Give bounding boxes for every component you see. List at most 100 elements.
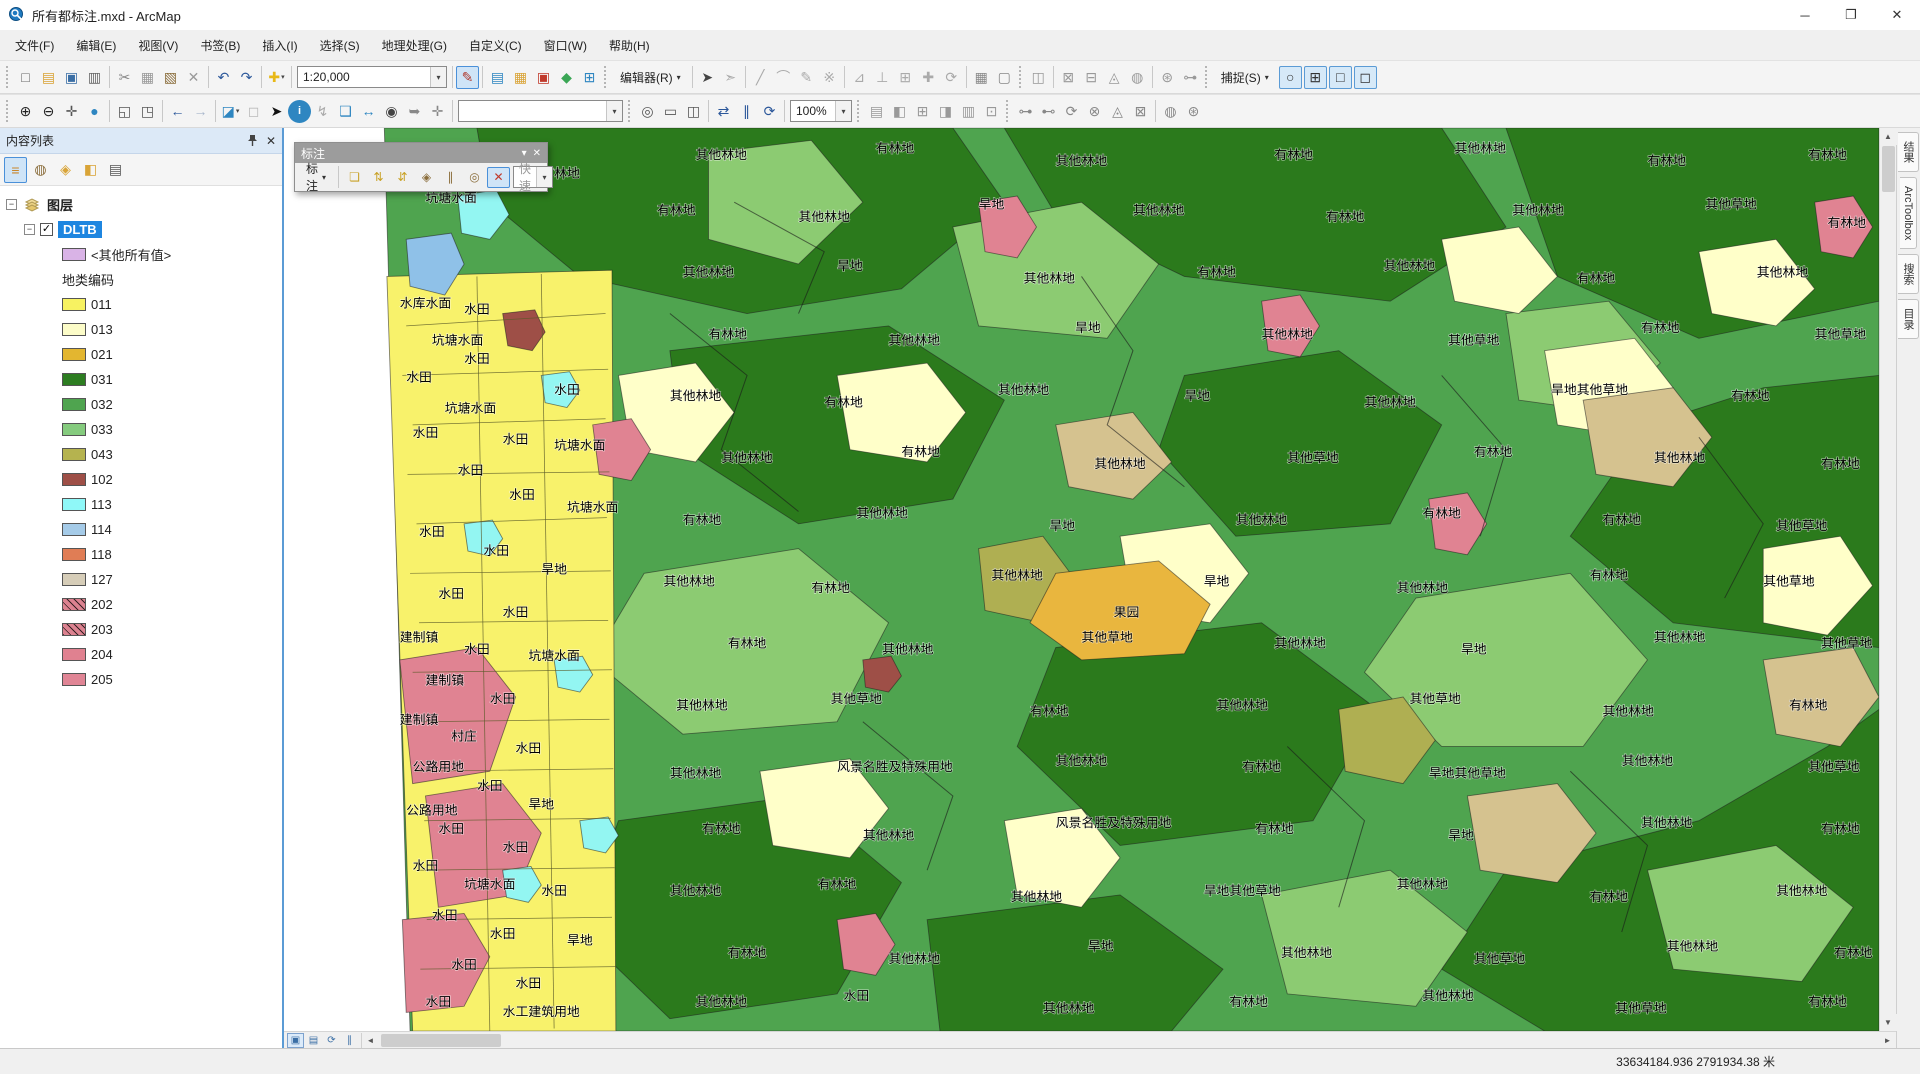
edit-annotation-icon[interactable]: ➣ xyxy=(719,66,742,89)
collapse-icon[interactable]: − xyxy=(6,199,17,210)
catalog-window-icon[interactable]: ▦ xyxy=(509,66,532,89)
endpoint-arc-icon[interactable]: ⌒ xyxy=(772,66,795,89)
fixed-zoom-out-icon[interactable]: ◳ xyxy=(136,100,159,123)
legend-item-203[interactable]: 203 xyxy=(0,617,282,642)
trace-icon[interactable]: ✎ xyxy=(795,66,818,89)
legend-swatch-013[interactable] xyxy=(62,323,86,336)
pin-icon[interactable] xyxy=(247,134,258,147)
refresh-view-button[interactable]: ⟳ xyxy=(323,1033,340,1048)
horizontal-scrollbar[interactable]: ▣ ▤ ⟳ ∥ ◄ ► xyxy=(284,1031,1896,1048)
viewer-window-icon[interactable]: ▭ xyxy=(659,100,682,123)
toolbar-grip[interactable] xyxy=(628,100,633,122)
find-route-icon[interactable]: ➥ xyxy=(403,100,426,123)
measure-icon[interactable]: ↔ xyxy=(357,100,380,123)
layout-view-button[interactable]: ▤ xyxy=(305,1033,322,1048)
scroll-left-icon[interactable]: ◄ xyxy=(362,1032,379,1049)
view-unplaced-labels-icon[interactable]: ◎ xyxy=(463,167,486,188)
html-popup-icon[interactable]: ❑ xyxy=(334,100,357,123)
select-features-icon[interactable]: ◪ ▾ xyxy=(219,100,242,123)
pan-icon[interactable]: ✛ xyxy=(60,100,83,123)
dock-tab-results[interactable]: 结果 xyxy=(1898,132,1919,172)
toolbar-grip[interactable] xyxy=(1018,66,1024,88)
legend-item-021[interactable]: 021 xyxy=(0,342,282,367)
paste-icon[interactable]: ▧ xyxy=(159,66,182,89)
table-of-contents-icon[interactable]: ▤ xyxy=(486,66,509,89)
guides-icon[interactable]: ◨ xyxy=(934,100,957,123)
label-menu-button[interactable]: 标注 ▾ xyxy=(298,156,334,198)
attributes-icon[interactable]: ▦ xyxy=(970,66,993,89)
legend-swatch-031[interactable] xyxy=(62,373,86,386)
page-setup-icon[interactable]: ◧ xyxy=(888,100,911,123)
legend-item-127[interactable]: 127 xyxy=(0,567,282,592)
legend-swatch-113[interactable] xyxy=(62,498,86,511)
data-driven-pages-icon[interactable]: ▤ xyxy=(865,100,888,123)
editor-menu-button[interactable]: 编辑器(R) ▾ xyxy=(612,65,689,90)
legend-item-011[interactable]: 011 xyxy=(0,292,282,317)
data-view-button[interactable]: ▣ xyxy=(287,1032,304,1048)
swap-environment-icon[interactable]: ⇄ xyxy=(712,100,735,123)
legend-swatch-203[interactable] xyxy=(62,623,86,636)
horizontal-scroll-thumb[interactable] xyxy=(381,1033,501,1047)
vertex-snapping-icon[interactable]: □ xyxy=(1328,65,1352,89)
toolbar-grip[interactable] xyxy=(857,100,862,122)
pause-labeling-icon[interactable]: ∥ xyxy=(439,167,462,188)
menu-item-地理处理G[interactable]: 地理处理(G) xyxy=(371,32,458,59)
overview-window-icon[interactable]: ◫ xyxy=(682,100,705,123)
map-scale-combo[interactable]: 1:20,000 ▾ xyxy=(297,66,447,88)
menu-item-自定义C[interactable]: 自定义(C) xyxy=(458,32,533,59)
shared-features-icon[interactable]: ⊛ xyxy=(1156,66,1179,89)
label-priority-ranking-icon[interactable]: ⇅ xyxy=(367,167,390,188)
legend-item-204[interactable]: 204 xyxy=(0,642,282,667)
update-georef-icon[interactable]: ⊠ xyxy=(1129,100,1152,123)
legend-item-031[interactable]: 031 xyxy=(0,367,282,392)
legend-item-114[interactable]: 114 xyxy=(0,517,282,542)
legend-item-202[interactable]: 202 xyxy=(0,592,282,617)
options-icon[interactable]: ▤ xyxy=(104,157,127,183)
layers-group-row[interactable]: − 图层 xyxy=(0,192,282,217)
fit-display-icon[interactable]: ⊗ xyxy=(1083,100,1106,123)
split-icon[interactable]: ✚ xyxy=(917,66,940,89)
zoom-percent-combo[interactable]: 100% ▾ xyxy=(790,100,852,122)
toolbar-grip[interactable] xyxy=(1204,66,1210,88)
maximize-button[interactable]: ❐ xyxy=(1828,0,1874,30)
pause-drawing-icon[interactable]: ∥ xyxy=(735,100,758,123)
delete-icon[interactable]: ✕ xyxy=(182,66,205,89)
add-data-icon[interactable]: ✚ ▾ xyxy=(265,66,288,89)
legend-item-033[interactable]: 033 xyxy=(0,417,282,442)
menu-item-帮助H[interactable]: 帮助(H) xyxy=(598,32,661,59)
go-back-extent-icon[interactable]: ← xyxy=(166,100,189,123)
legend-swatch-202[interactable] xyxy=(62,598,86,611)
extent-indicator-icon[interactable]: ⊡ xyxy=(980,100,1003,123)
legend-swatch-205[interactable] xyxy=(62,673,86,686)
edit-tool-icon[interactable]: ➤ xyxy=(696,66,719,89)
generalize-icon[interactable]: ⊶ xyxy=(1179,66,1202,89)
legend-swatch-011[interactable] xyxy=(62,298,86,311)
shift-icon[interactable]: ⊷ xyxy=(1037,100,1060,123)
open-folder-icon[interactable]: ▤ xyxy=(37,66,60,89)
legend-item-102[interactable]: 102 xyxy=(0,467,282,492)
validate-topology-icon[interactable]: ⊟ xyxy=(1080,66,1103,89)
layer-name[interactable]: DLTB xyxy=(58,221,102,238)
georeferencing-icon[interactable]: ⊶ xyxy=(1014,100,1037,123)
list-by-visibility-icon[interactable]: ◈ xyxy=(54,157,77,183)
other-values-swatch[interactable] xyxy=(62,248,86,261)
go-to-xy-icon[interactable]: ✛ xyxy=(426,100,449,123)
model-builder-icon[interactable]: ◆ xyxy=(555,66,578,89)
copy-icon[interactable]: ▦ xyxy=(136,66,159,89)
dock-tab-search[interactable]: 搜索 xyxy=(1898,254,1919,295)
rotate-icon[interactable]: ⟳ xyxy=(940,66,963,89)
point-icon[interactable]: ※ xyxy=(818,66,841,89)
cut-icon[interactable]: ✂ xyxy=(113,66,136,89)
legend-swatch-204[interactable] xyxy=(62,648,86,661)
label-manager-icon[interactable]: ❏ xyxy=(343,167,366,188)
edge-snapping-icon[interactable]: ◻ xyxy=(1353,65,1377,89)
find-icon[interactable]: ◉ xyxy=(380,100,403,123)
toolbar-grip[interactable] xyxy=(6,66,11,88)
reshape-feature-icon[interactable]: ⊥ xyxy=(871,66,894,89)
pause-drawing-button[interactable]: ∥ xyxy=(341,1033,358,1048)
list-by-selection-icon[interactable]: ◧ xyxy=(79,157,102,183)
magnifier-window-icon[interactable]: ◎ xyxy=(636,100,659,123)
label-toolbar-close-icon[interactable]: ✕ xyxy=(533,148,541,159)
save-icon[interactable]: ▣ xyxy=(60,66,83,89)
legend-swatch-102[interactable] xyxy=(62,473,86,486)
